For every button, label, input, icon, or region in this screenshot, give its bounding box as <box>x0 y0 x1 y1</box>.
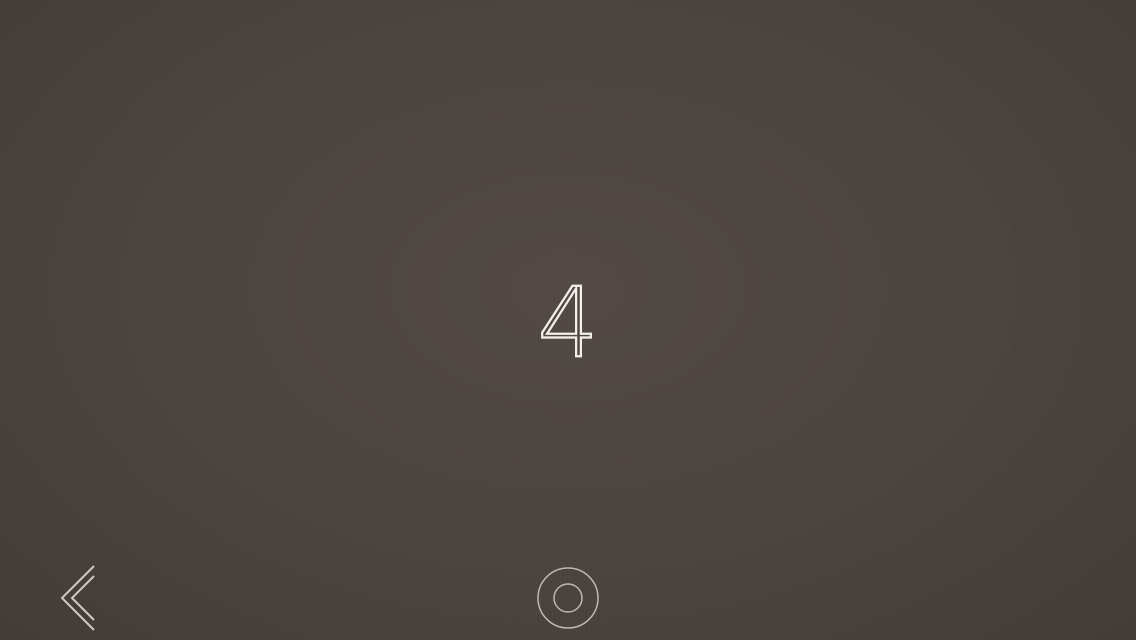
game-screen: 4 <box>0 0 1136 640</box>
svg-text:4: 4 <box>537 282 598 362</box>
double-chevron-left-icon <box>60 565 95 631</box>
concentric-circles-icon <box>537 567 599 629</box>
home-button[interactable] <box>536 566 600 630</box>
back-button[interactable] <box>56 562 104 634</box>
countdown-number: 4 <box>536 282 599 362</box>
